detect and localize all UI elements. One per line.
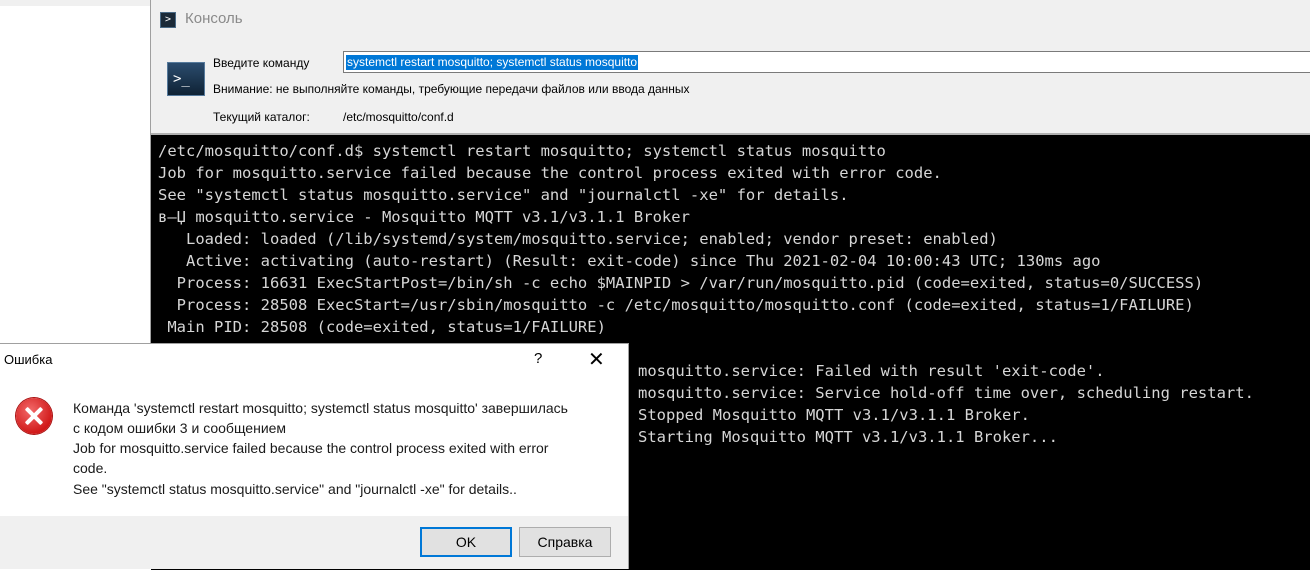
ok-button[interactable]: OK: [420, 527, 512, 557]
background-window-edge: [0, 0, 150, 6]
error-message-line: code.: [73, 460, 108, 476]
help-button[interactable]: Справка: [519, 527, 611, 557]
cwd-value: /etc/mosquitto/conf.d: [343, 110, 454, 124]
command-panel: >_ Введите команду systemctl restart mos…: [151, 40, 1310, 133]
terminal-line: See "systemctl status mosquitto.service"…: [158, 186, 849, 204]
terminal-line: Process: 28508 ExecStart=/usr/sbin/mosqu…: [158, 296, 1194, 314]
terminal-line: Job for mosquitto.service failed because…: [158, 164, 942, 182]
error-message-line: с кодом ошибки 3 и сообщением: [73, 420, 287, 436]
title-bar: > Консоль: [151, 0, 1310, 40]
terminal-line: mosquitto.service: Failed with result 'e…: [638, 362, 1105, 380]
error-message-line: Job for mosquitto.service failed because…: [73, 440, 549, 456]
terminal-line: в—Џ mosquitto.service - Mosquitto MQTT v…: [158, 208, 690, 226]
help-icon[interactable]: ?: [534, 350, 542, 367]
terminal-line: Main PID: 28508 (code=exited, status=1/F…: [158, 318, 606, 336]
warning-text: Внимание: не выполняйте команды, требующ…: [213, 82, 690, 96]
background-window: [0, 0, 151, 346]
terminal-line: mosquitto.service: Service hold-off time…: [638, 384, 1254, 402]
error-message-line: See "systemctl status mosquitto.service"…: [73, 481, 517, 497]
terminal-line: Active: activating (auto-restart) (Resul…: [158, 252, 1101, 270]
close-icon[interactable]: ✕: [588, 347, 605, 372]
command-input-value[interactable]: systemctl restart mosquitto; systemctl s…: [346, 55, 639, 70]
command-input[interactable]: systemctl restart mosquitto; systemctl s…: [343, 51, 1310, 73]
terminal-icon: >_: [167, 62, 205, 96]
terminal-line: Loaded: loaded (/lib/systemd/system/mosq…: [158, 230, 998, 248]
command-label: Введите команду: [213, 56, 310, 70]
window-title: Консоль: [185, 10, 243, 27]
error-message-line: Команда 'systemctl restart mosquitto; sy…: [73, 400, 568, 416]
cwd-label: Текущий каталог:: [213, 110, 310, 124]
terminal-line: Process: 16631 ExecStartPost=/bin/sh -c …: [158, 274, 1204, 292]
error-icon: [16, 398, 52, 434]
dialog-footer: OK Справка: [0, 516, 628, 569]
console-app-icon: >: [160, 12, 176, 28]
error-dialog: Ошибка ? ✕ Команда 'systemctl restart mo…: [0, 343, 629, 569]
dialog-title: Ошибка: [4, 352, 53, 367]
terminal-line: /etc/mosquitto/conf.d$ systemctl restart…: [158, 142, 886, 160]
terminal-line: Stopped Mosquitto MQTT v3.1/v3.1.1 Broke…: [638, 406, 1030, 424]
terminal-line: Starting Mosquitto MQTT v3.1/v3.1.1 Brok…: [638, 428, 1058, 446]
